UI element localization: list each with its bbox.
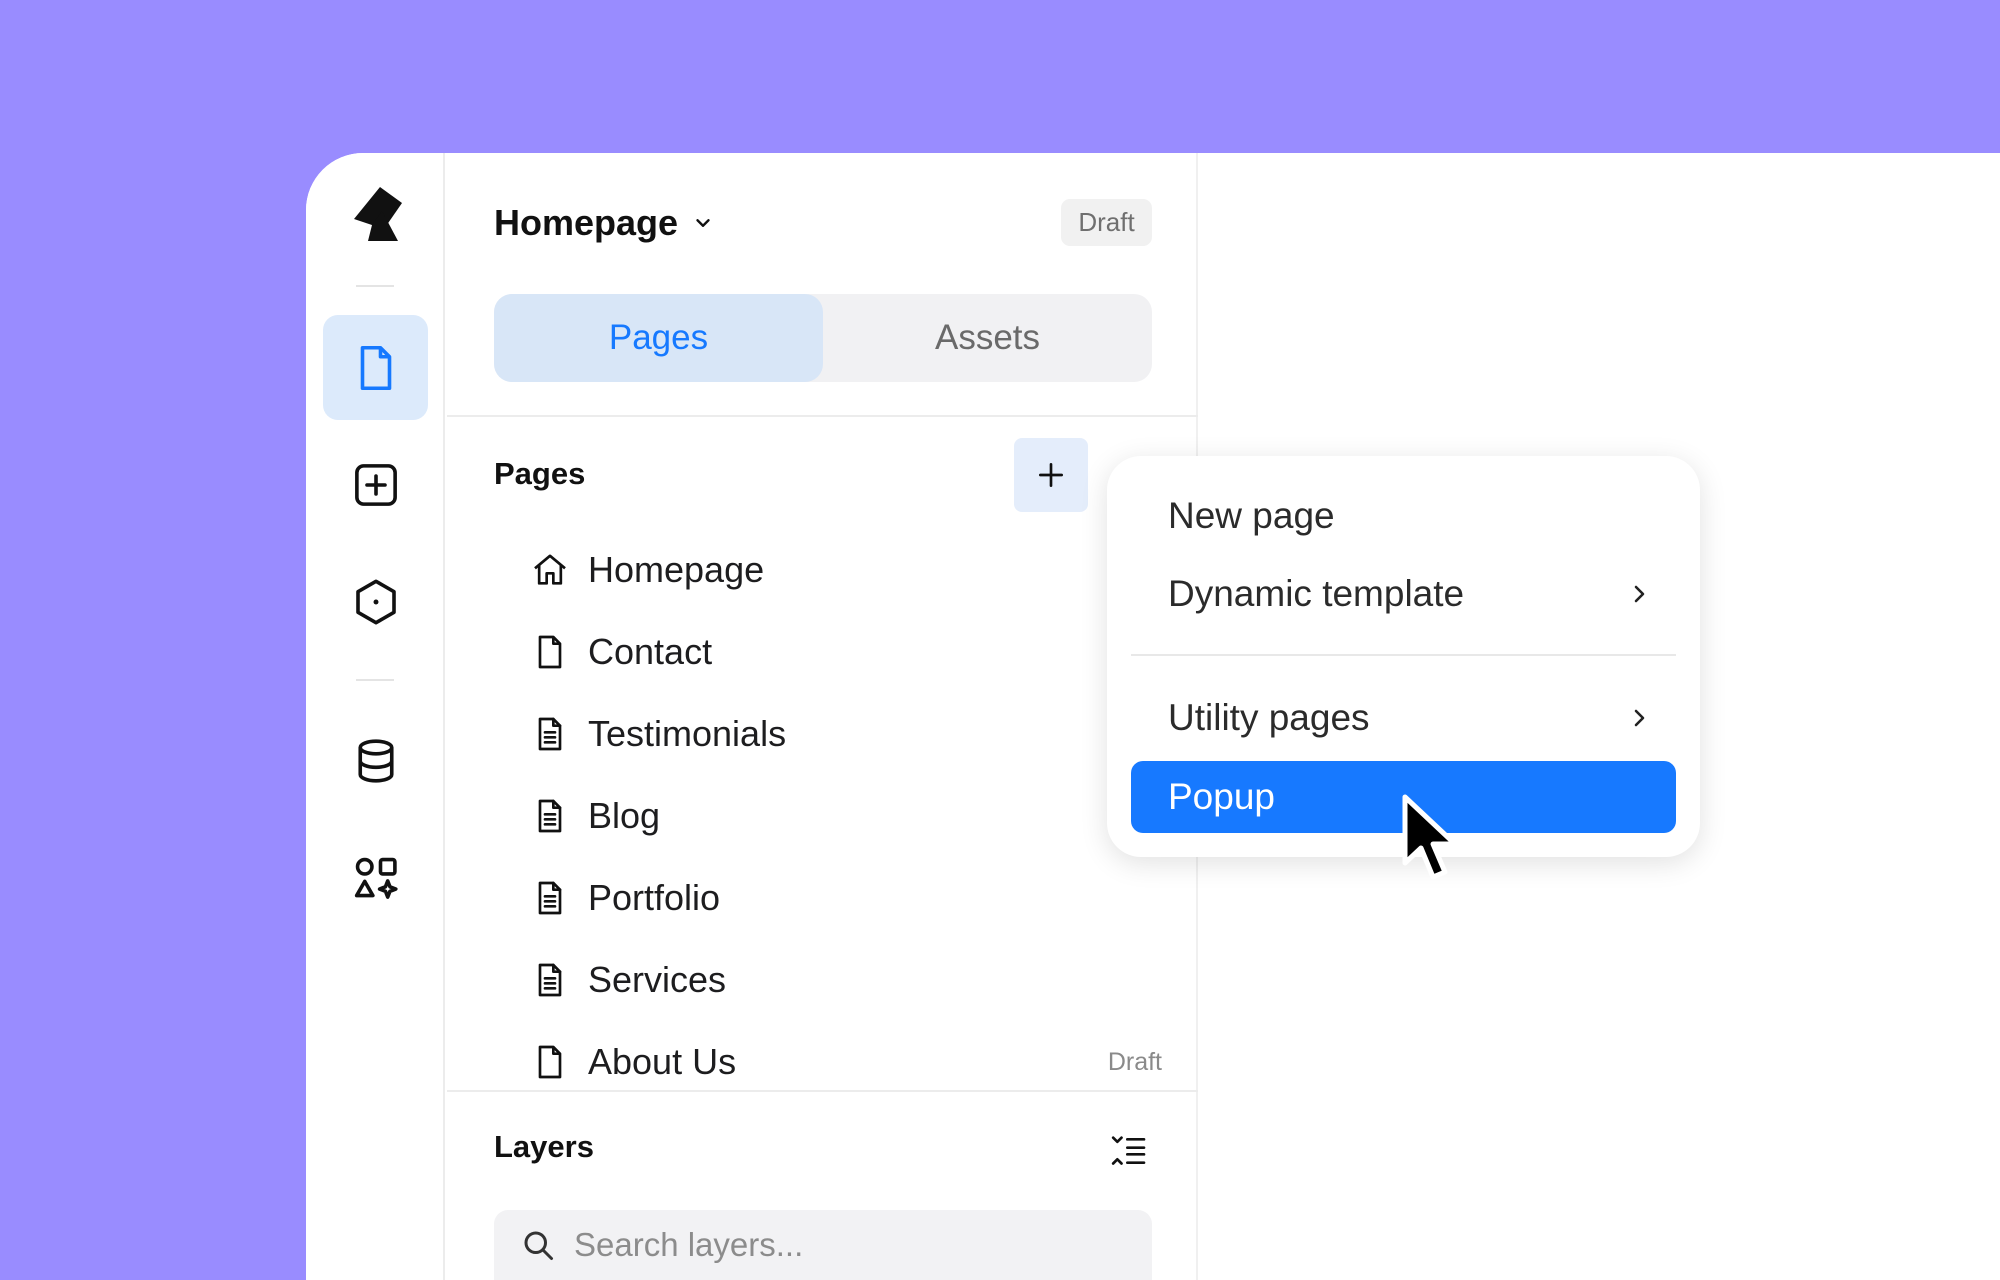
rail-separator (356, 679, 394, 681)
apps-button[interactable] (323, 825, 428, 930)
app-logo-icon (354, 187, 402, 241)
home-icon (534, 554, 566, 585)
page-icon (360, 345, 391, 390)
pages-section-title: Pages (494, 456, 586, 491)
status-badge: Draft (1061, 199, 1152, 246)
add-element-button[interactable] (323, 432, 428, 537)
current-page-title: Homepage (494, 202, 679, 243)
chevron-right-icon (1634, 585, 1645, 603)
page-label: Services (588, 959, 727, 1000)
chevron-right-icon (1634, 709, 1645, 727)
document-icon (538, 799, 562, 833)
menu-item-label: New page (1168, 495, 1335, 536)
hexagon-icon (355, 579, 396, 624)
list-item[interactable]: Blog (530, 786, 1160, 846)
menu-item-new-page[interactable]: New page (1131, 480, 1676, 552)
document-icon (538, 717, 562, 751)
page-label: Blog (588, 795, 661, 836)
pages-panel-button[interactable] (323, 315, 428, 420)
add-page-button[interactable] (1014, 438, 1088, 512)
layers-section-title: Layers (494, 1129, 594, 1164)
menu-item-label: Popup (1168, 776, 1275, 817)
collapse-list-icon[interactable] (1109, 1131, 1149, 1171)
document-icon (538, 881, 562, 915)
components-button[interactable] (323, 549, 428, 654)
page-label: Homepage (588, 549, 765, 590)
chevron-down-icon (696, 219, 710, 227)
plus-icon (1039, 463, 1063, 487)
list-item[interactable]: About Us Draft (530, 1032, 1162, 1092)
page-selector[interactable]: Homepage (494, 202, 714, 244)
page-icon (538, 635, 562, 669)
list-item[interactable]: Portfolio (530, 868, 1160, 928)
list-item[interactable]: Homepage (530, 540, 1160, 600)
page-icon (538, 1045, 562, 1079)
menu-item-label: Utility pages (1168, 697, 1370, 738)
menu-separator (1131, 654, 1676, 656)
database-icon (357, 738, 394, 783)
search-placeholder: Search layers... (574, 1226, 804, 1263)
list-item[interactable]: Contact (530, 622, 1160, 682)
page-label: Testimonials (588, 713, 787, 754)
layers-search-field[interactable]: Search layers... (494, 1210, 1152, 1280)
menu-item-utility-pages[interactable]: Utility pages (1131, 682, 1676, 754)
menu-item-dynamic-template[interactable]: Dynamic template (1131, 558, 1676, 630)
tab-assets[interactable]: Assets (823, 294, 1152, 382)
shapes-icon (354, 857, 398, 899)
section-divider (447, 415, 1198, 417)
panel-tabs: Pages Assets (494, 294, 1152, 382)
mouse-cursor-icon (1402, 794, 1458, 880)
page-label: Portfolio (588, 877, 721, 918)
search-icon (524, 1231, 553, 1260)
menu-item-label: Dynamic template (1168, 573, 1465, 614)
draft-badge: Draft (1107, 1047, 1162, 1076)
cms-button[interactable] (323, 708, 428, 813)
document-icon (538, 963, 562, 997)
page-label: Contact (588, 631, 713, 672)
plus-square-icon (354, 463, 397, 506)
page-label: About Us (588, 1041, 737, 1082)
rail-separator (356, 285, 394, 287)
list-item[interactable]: Services (530, 950, 1160, 1010)
tab-pages[interactable]: Pages (494, 294, 823, 382)
icon-rail (306, 153, 445, 1280)
list-item[interactable]: Testimonials (530, 704, 1160, 764)
